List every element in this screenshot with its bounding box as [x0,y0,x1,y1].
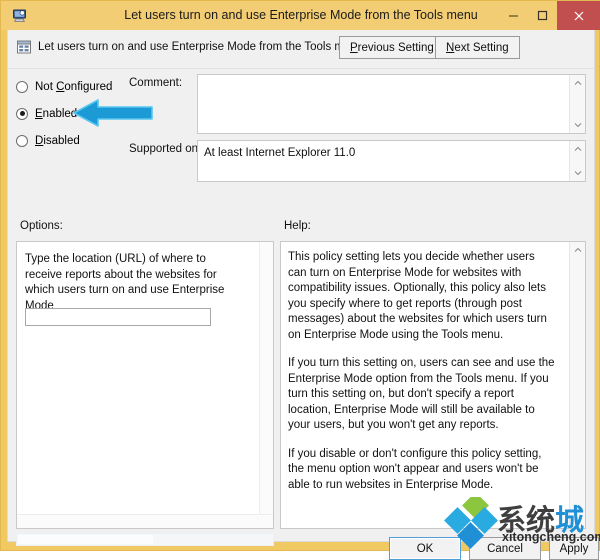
help-content: This policy setting lets you decide whet… [288,250,556,493]
help-scroll-down-icon[interactable] [570,513,586,527]
previous-setting-accel: P [350,41,358,54]
help-caption: Help: [284,220,311,232]
options-caption: Options: [20,220,63,232]
help-paragraph-1: This policy setting lets you decide whet… [288,251,547,341]
annotation-left-arrow-icon [72,97,154,129]
policy-setting-icon [16,39,32,55]
options-description: Type the location (URL) of where to rece… [25,253,225,312]
policy-computer-icon [11,7,28,24]
apply-button[interactable]: Apply [549,537,599,560]
radio-disabled[interactable]: Disabled [16,129,126,152]
supported-scroll-up-icon[interactable] [570,142,586,156]
radio-enabled-label: Enabled [35,107,78,120]
help-panel: This policy setting lets you decide whet… [280,241,586,529]
cancel-button[interactable]: Cancel [469,537,541,560]
supported-on-field: At least Internet Explorer 11.0 [197,140,586,182]
supported-on-value: At least Internet Explorer 11.0 [204,147,356,159]
comment-label: Comment: [129,77,183,89]
radio-not-configured[interactable]: Not Configured [16,75,126,98]
minimize-button[interactable] [499,1,528,30]
help-scroll-up-icon[interactable] [570,243,586,257]
next-setting-label: ext Setting [454,41,509,54]
previous-setting-label: revious Setting [357,41,434,54]
policy-setting-window: Let users turn on and use Enterprise Mod… [0,0,600,560]
close-button[interactable] [557,1,600,30]
ok-button[interactable]: OK [389,537,461,560]
help-paragraph-3: If you disable or don't configure this p… [288,447,542,491]
title-bar: Let users turn on and use Enterprise Mod… [1,1,600,30]
options-bottom-scroll-thumb[interactable] [18,535,153,544]
radio-enabled-mark[interactable] [16,107,28,120]
setting-header: Let users turn on and use Enterprise Mod… [8,30,594,69]
options-content: Type the location (URL) of where to rece… [17,242,259,514]
comment-scroll-down-icon[interactable] [570,118,586,132]
options-bottom-scrollbar[interactable] [16,533,274,546]
radio-disabled-label: Disabled [35,134,80,147]
radio-disabled-mark[interactable] [16,134,28,147]
supported-on-label: Supported on: [129,143,202,155]
report-location-url-input[interactable] [25,308,211,326]
options-horizontal-scrollbar[interactable] [17,514,273,528]
supported-scroll-down-icon[interactable] [570,166,586,180]
comment-scroll-up-icon[interactable] [570,76,586,90]
radio-not-configured-mark[interactable] [16,80,28,93]
radio-not-configured-label: Not Configured [35,80,113,93]
help-scrollbar[interactable] [569,242,585,528]
comment-textarea[interactable] [197,74,586,134]
help-paragraph-2: If you turn this setting on, users can s… [288,357,555,431]
setting-title: Let users turn on and use Enterprise Mod… [38,41,364,53]
comment-scrollbar[interactable] [569,75,585,133]
next-setting-button[interactable]: Next Setting [435,36,520,59]
previous-setting-button[interactable]: Previous Setting [339,36,445,59]
options-vertical-scrollbar[interactable] [259,242,273,514]
window-controls [499,1,600,30]
options-panel: Type the location (URL) of where to rece… [16,241,274,529]
maximize-button[interactable] [528,1,557,30]
supported-on-scrollbar[interactable] [569,141,585,181]
